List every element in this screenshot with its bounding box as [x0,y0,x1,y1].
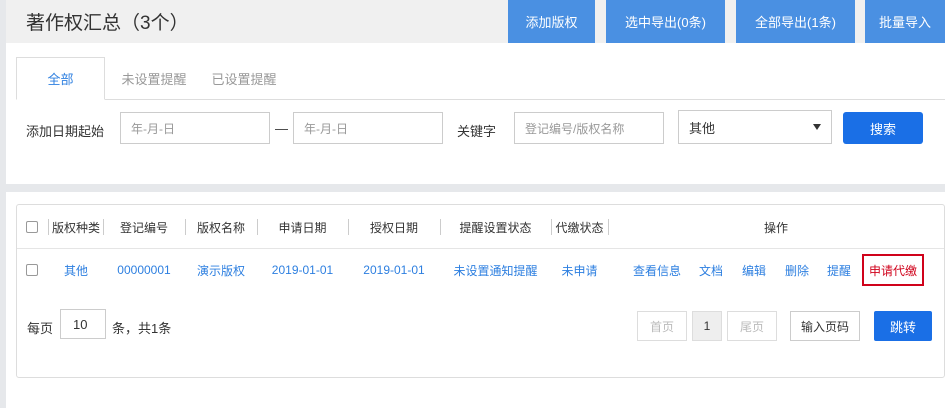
filter-panel: 全部 未设置提醒 已设置提醒 添加日期起始 年-月-日 — 年-月-日 关键字 … [6,43,945,184]
first-page-button[interactable]: 首页 [637,311,687,341]
date-range-label: 添加日期起始 [26,124,105,139]
cell-auth-date[interactable]: 2019-01-01 [348,249,440,291]
col-reg-no: 登记编号 [119,220,168,235]
col-actions: 操作 [763,220,788,235]
col-pay-status: 代缴状态 [555,220,604,235]
category-select[interactable]: 其他 [678,110,832,144]
col-name: 版权名称 [196,220,245,235]
tab-unset-reminder[interactable]: 未设置提醒 [114,57,194,100]
jump-button[interactable]: 跳转 [874,311,932,341]
col-type: 版权种类 [51,220,100,235]
cell-apply-date[interactable]: 2019-01-01 [257,249,348,291]
documents-link[interactable]: 文档 [699,249,723,291]
per-page-input[interactable]: 10 [60,309,106,339]
select-all-checkbox[interactable] [26,221,38,233]
add-copyright-button[interactable]: 添加版权 [508,0,595,43]
per-page-label: 每页 [27,321,54,336]
date-separator: — [275,121,288,136]
keyword-input[interactable]: 登记编号/版权名称 [514,112,664,144]
page-title: 著作权汇总（3个） [26,13,189,34]
col-remind-status: 提醒设置状态 [459,220,532,235]
apply-payment-link[interactable]: 申请代缴 [862,254,925,286]
row-checkbox[interactable] [26,264,38,276]
view-info-link[interactable]: 查看信息 [633,249,681,291]
col-apply-date: 申请日期 [278,220,327,235]
date-end-input[interactable]: 年-月-日 [293,112,443,144]
export-all-button[interactable]: 全部导出(1条) [736,0,855,43]
cell-reg-no[interactable]: 00000001 [103,249,185,291]
tab-all[interactable]: 全部 [16,57,105,100]
col-auth-date: 授权日期 [369,220,418,235]
last-page-button[interactable]: 尾页 [727,311,777,341]
select-all-checkbox-cell [25,205,39,249]
total-count: 条，共1条 [112,321,172,336]
cell-name[interactable]: 演示版权 [185,249,257,291]
table-panel: 版权种类 登记编号 版权名称 申请日期 授权日期 提醒设置状态 代缴状态 操作 … [6,192,945,408]
copyright-table: 版权种类 登记编号 版权名称 申请日期 授权日期 提醒设置状态 代缴状态 操作 … [16,204,945,378]
tab-set-reminder[interactable]: 已设置提醒 [204,57,284,100]
cell-remind-status[interactable]: 未设置通知提醒 [440,249,551,291]
section-divider [6,184,945,192]
category-select-value: 其他 [689,120,716,136]
row-checkbox-cell [25,249,39,291]
date-start-input[interactable]: 年-月-日 [120,112,270,144]
search-button[interactable]: 搜索 [843,112,923,144]
remind-link[interactable]: 提醒 [827,249,851,291]
delete-link[interactable]: 删除 [785,249,809,291]
chevron-down-icon [813,124,821,130]
current-page-button[interactable]: 1 [692,311,722,341]
export-selected-button[interactable]: 选中导出(0条) [606,0,725,43]
jump-page-input[interactable]: 输入页码 [790,311,860,341]
cell-pay-status[interactable]: 未申请 [551,249,608,291]
tab-bar: 全部 未设置提醒 已设置提醒 [16,57,945,100]
edit-link[interactable]: 编辑 [742,249,766,291]
batch-import-button[interactable]: 批量导入 [865,0,945,43]
keyword-label: 关键字 [457,124,497,139]
cell-type[interactable]: 其他 [49,249,103,291]
